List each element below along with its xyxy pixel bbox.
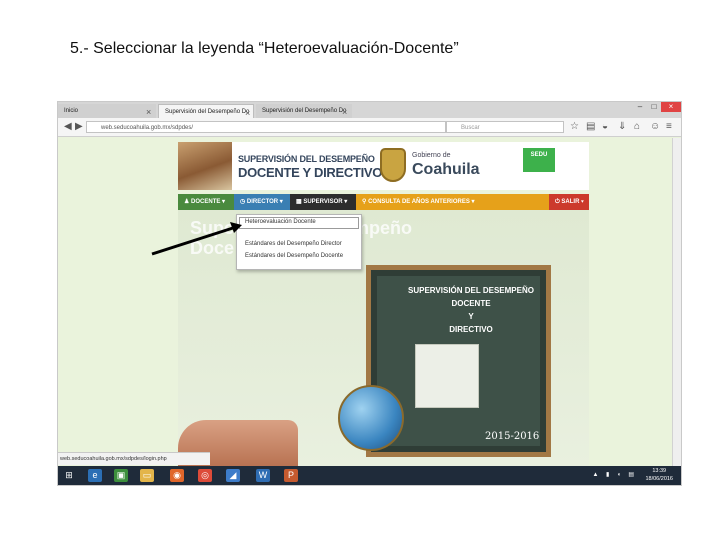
vertical-scrollbar[interactable]	[672, 138, 681, 466]
header-photo	[178, 142, 232, 190]
tab-supervision-2[interactable]: Supervisión del Desempeño Do ×	[256, 104, 352, 118]
sedu-logo: SEDU	[523, 148, 555, 172]
tab-label: Inicio	[64, 108, 79, 114]
header-title-line2: DOCENTE Y DIRECTIVO	[238, 165, 383, 180]
bookmarks-icon[interactable]: ▤	[586, 121, 595, 133]
powerpoint-icon[interactable]: P	[284, 469, 298, 482]
menu-consulta[interactable]: ⚲ CONSULTA DE AÑOS ANTERIORES ▾	[356, 194, 481, 210]
menu-salir-label: SALIR	[561, 199, 580, 205]
globe-image	[338, 385, 404, 451]
navigation-bar: ◀ ▶ web.seducoahuila.gob.mx/sdpdes/ Busc…	[58, 118, 681, 137]
menu-docente[interactable]: ♟ DOCENTE ▾	[178, 194, 234, 210]
status-bar: web.seducoahuila.gob.mx/sdpdes/login.php	[58, 452, 210, 465]
menu-salir[interactable]: ⏻ SALIR ▾	[549, 194, 589, 210]
home-icon[interactable]: ⌂	[634, 121, 640, 133]
system-tray-icons[interactable]: ▲ ▮ ◖ ▤	[592, 471, 637, 478]
download-icon[interactable]: ⇓	[618, 121, 626, 133]
address-bar[interactable]: web.seducoahuila.gob.mx/sdpdes/	[86, 121, 446, 133]
coahuila-logo-text: Coahuila	[412, 161, 480, 178]
menu-consulta-label: CONSULTA DE AÑOS ANTERIORES	[368, 199, 470, 205]
dropdown-estandares-director[interactable]: Estándares del Desempeño Director	[245, 241, 342, 247]
search-input[interactable]: Buscar	[446, 121, 564, 133]
header-title-line1: SUPERVISIÓN DEL DESEMPEÑO	[238, 154, 375, 164]
site-header: SUPERVISIÓN DEL DESEMPEÑO DOCENTE Y DIRE…	[178, 142, 589, 190]
menu-supervisor-label: SUPERVISOR	[303, 199, 343, 205]
window-controls: – □ ×	[633, 102, 681, 114]
windows-start-icon[interactable]: ⊞	[62, 469, 76, 482]
back-arrow-icon[interactable]: ◀	[64, 121, 72, 133]
page-viewport: SUPERVISIÓN DEL DESEMPEÑO DOCENTE Y DIRE…	[58, 137, 681, 466]
watermark-line2: Doce	[190, 238, 235, 258]
close-icon[interactable]: ×	[245, 108, 250, 118]
store-icon[interactable]: ▣	[114, 469, 128, 482]
windows-taskbar: ⊞ e ▣ ▭ ◉ ◎ ◢ W P ▲ ▮ ◖ ▤ 13:39 18/06/20…	[58, 466, 681, 485]
chalkboard-title: SUPERVISIÓN DEL DESEMPEÑO DOCENTE Y DIRE…	[391, 284, 551, 336]
gobierno-label: Gobierno de	[412, 152, 451, 159]
star-icon[interactable]: ☆	[570, 121, 579, 133]
dropdown-estandares-docente[interactable]: Estándares del Desempeño Docente	[245, 253, 343, 259]
clock-icon: ◷	[240, 199, 247, 205]
maximize-icon[interactable]: □	[647, 102, 661, 112]
file-explorer-icon[interactable]: ▭	[140, 469, 154, 482]
director-dropdown-menu: Heteroevaluación Docente Estándares del …	[236, 214, 362, 270]
window-close-icon[interactable]: ×	[661, 102, 681, 112]
tab-label: Supervisión del Desempeño Do	[262, 108, 347, 114]
pocket-icon[interactable]: ◒	[602, 121, 608, 133]
chalkboard-line2: DOCENTE	[451, 299, 491, 308]
menu-director-label: DIRECTOR	[246, 199, 279, 205]
url-text: web.seducoahuila.gob.mx/sdpdes/	[101, 125, 194, 131]
app-icon[interactable]: ◢	[226, 469, 240, 482]
close-icon[interactable]: ×	[342, 107, 347, 117]
chalkboard-line1: SUPERVISIÓN DEL DESEMPEÑO	[408, 286, 534, 295]
close-icon[interactable]: ×	[146, 107, 151, 117]
chalkboard-year: 2015-2016	[485, 431, 540, 442]
browser-screenshot: Inicio × Supervisión del Desempeño Do × Su…	[57, 101, 682, 486]
user-icon: ♟	[184, 199, 192, 205]
word-icon[interactable]: W	[256, 469, 270, 482]
chalkboard-paper	[415, 344, 479, 408]
forward-arrow-icon[interactable]: ▶	[75, 121, 83, 133]
main-menu: ♟ DOCENTE ▾ ◷ DIRECTOR ▾ ▦ SUPERVISOR ▾ …	[178, 194, 589, 210]
menu-icon[interactable]: ≡	[666, 121, 672, 133]
chrome-icon[interactable]: ◎	[198, 469, 212, 482]
taskbar-clock[interactable]: 13:39 18/06/2016	[645, 467, 673, 483]
chalkboard-line4: DIRECTIVO	[449, 325, 493, 334]
firefox-icon[interactable]: ◉	[170, 469, 184, 482]
search-placeholder: Buscar	[461, 125, 480, 131]
menu-director[interactable]: ◷ DIRECTOR ▾	[234, 194, 290, 210]
coat-of-arms-icon	[380, 148, 406, 182]
watermark-line1: Supe	[190, 218, 235, 238]
sedu-label: SEDU	[530, 152, 548, 158]
tab-inicio[interactable]: Inicio ×	[58, 104, 156, 118]
chalkboard-line3: Y	[468, 312, 474, 321]
clock-time: 13:39	[652, 468, 667, 474]
menu-spacer	[481, 194, 549, 210]
tab-bar: Inicio × Supervisión del Desempeño Do × Su…	[58, 102, 681, 118]
slide-caption: 5.- Seleccionar la leyenda “Heteroevalua…	[70, 40, 459, 57]
clock-date: 18/06/2016	[645, 476, 673, 482]
internet-explorer-icon[interactable]: e	[88, 469, 102, 482]
menu-supervisor[interactable]: ▦ SUPERVISOR ▾	[290, 194, 356, 210]
menu-docente-label: DOCENTE	[191, 199, 221, 205]
hero-watermark-left: Supe Doce	[190, 218, 234, 258]
tab-label: Supervisión del Desempeño Do	[165, 109, 250, 115]
dropdown-heteroevaluacion-docente[interactable]: Heteroevaluación Docente	[245, 219, 316, 225]
minimize-icon[interactable]: –	[633, 102, 647, 112]
tab-supervision-active[interactable]: Supervisión del Desempeño Do ×	[158, 104, 254, 118]
account-icon[interactable]: ☺	[650, 121, 660, 133]
